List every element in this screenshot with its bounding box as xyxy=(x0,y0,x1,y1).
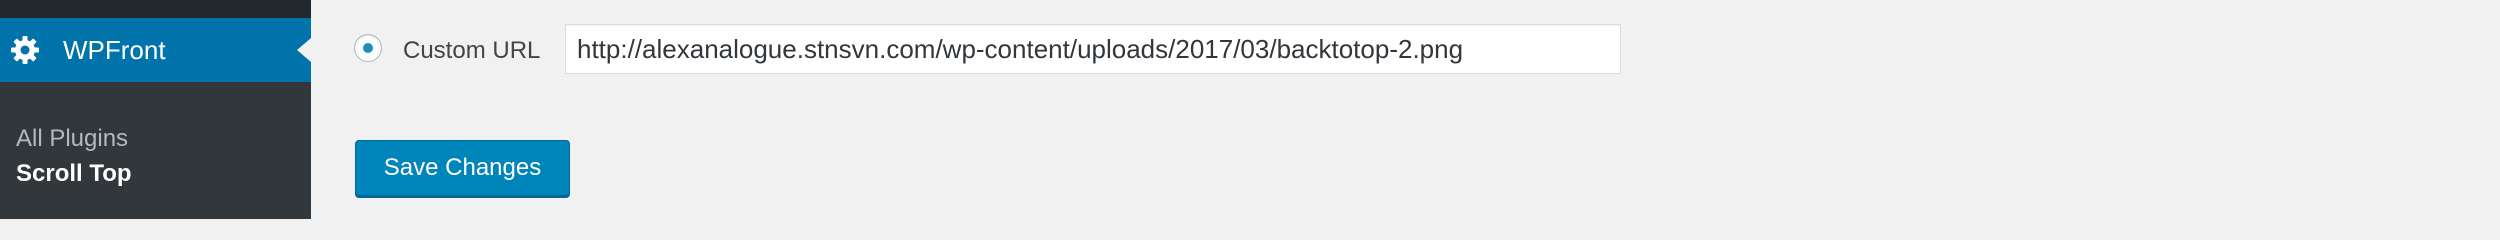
submenu-item-scroll-top[interactable]: Scroll Top xyxy=(16,158,132,190)
gear-icon xyxy=(10,35,40,65)
admin-sidebar: WPFront All Plugins Scroll Top xyxy=(0,0,311,219)
save-changes-button[interactable]: Save Changes xyxy=(355,140,570,196)
sidebar-item-label: WPFront xyxy=(63,35,166,65)
sidebar-submenu: All Plugins Scroll Top xyxy=(0,82,311,219)
custom-url-label[interactable]: Custom URL xyxy=(403,35,540,67)
sidebar-item-wpfront[interactable]: WPFront xyxy=(0,18,311,82)
custom-url-input[interactable] xyxy=(565,24,1621,74)
sidebar-top-strip xyxy=(0,0,311,18)
custom-url-radio[interactable] xyxy=(354,34,382,62)
submenu-item-all-plugins[interactable]: All Plugins xyxy=(16,123,128,155)
active-menu-pointer xyxy=(297,38,311,62)
